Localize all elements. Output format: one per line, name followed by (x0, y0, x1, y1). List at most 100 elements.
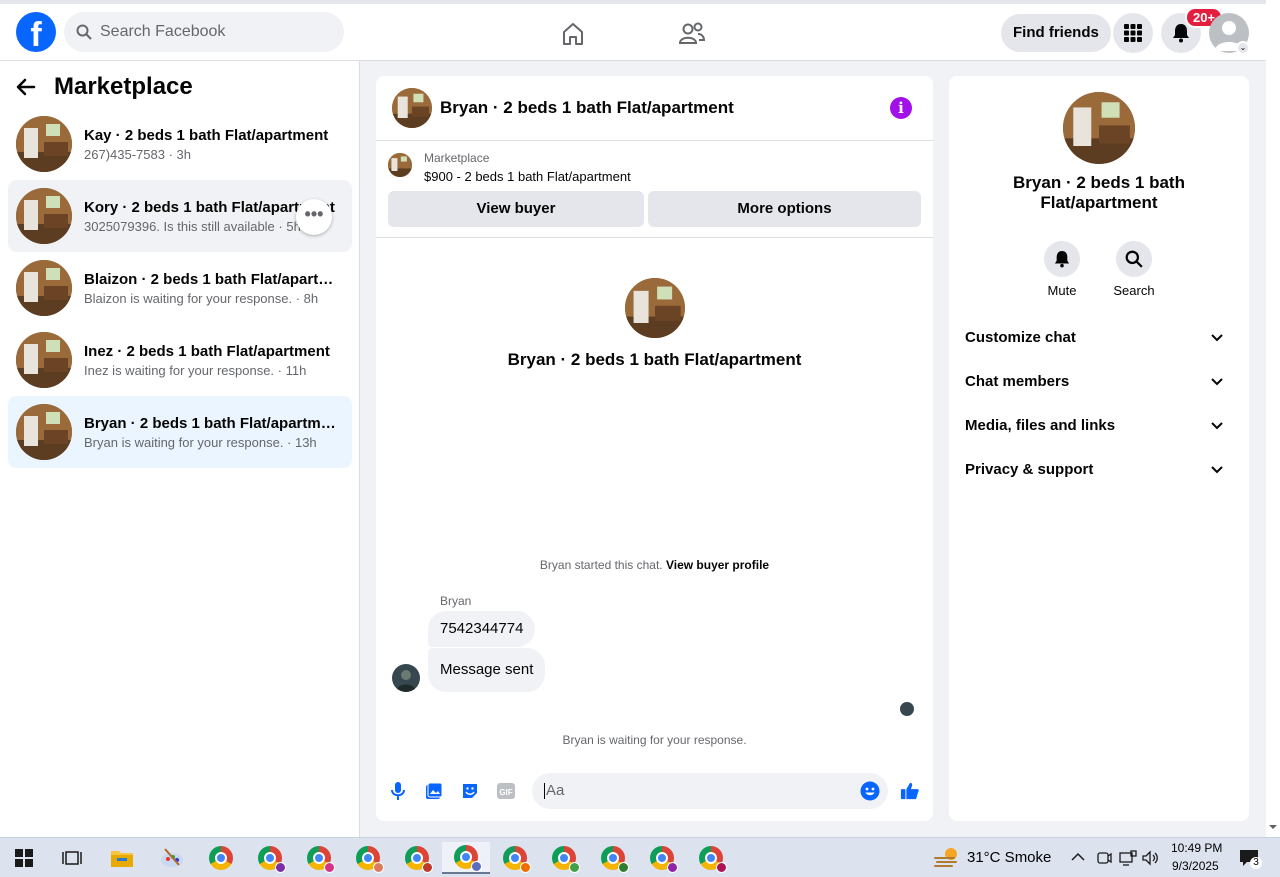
notification-count: 3 (1250, 857, 1262, 869)
photo-icon[interactable] (424, 781, 444, 801)
chrome-profile-icon[interactable] (246, 842, 294, 874)
chevron-down-icon (1211, 411, 1223, 441)
seen-avatar (900, 702, 914, 716)
top-navigation-bar: f Search Facebook Find friends 20+ ⌄ (0, 0, 1266, 61)
paint-app-icon[interactable] (148, 842, 196, 874)
conversation-item[interactable]: Kory · 2 beds 1 bath Flat/apartment 3025… (8, 180, 352, 252)
info-avatar[interactable] (1063, 92, 1135, 164)
search-input[interactable]: Search Facebook (100, 23, 225, 41)
windows-taskbar: 31°C Smoke 10:49 PM 9/3/2025 3 (0, 837, 1280, 877)
info-icon[interactable]: i (890, 97, 912, 119)
weather-text[interactable]: 31°C Smoke (967, 849, 1051, 866)
conversation-preview: Inez is waiting for your response. · 11h (84, 362, 307, 378)
page-scrollbar[interactable] (1266, 0, 1280, 837)
listing-price[interactable]: $900 - 2 beds 1 bath Flat/apartment (424, 169, 631, 184)
scroll-down-arrow-icon[interactable] (1266, 822, 1280, 832)
message-bubble[interactable]: Message sent (428, 648, 546, 692)
volume-icon[interactable] (1142, 850, 1160, 866)
conversation-title: Bryan · 2 beds 1 bath Flat/apartment (84, 414, 339, 432)
chrome-profile-icon[interactable] (589, 842, 637, 874)
chat-members-section[interactable]: Chat members (965, 367, 1233, 397)
conversation-item[interactable]: Bryan · 2 beds 1 bath Flat/apartment Bry… (8, 396, 352, 468)
gif-icon[interactable]: GIF (496, 781, 516, 801)
conversation-item[interactable]: Blaizon · 2 beds 1 bath Flat/apartm... B… (8, 252, 352, 324)
chrome-profile-icon[interactable] (491, 842, 539, 874)
profile-badge (716, 862, 727, 873)
chrome-profile-icon[interactable] (687, 842, 735, 874)
conversation-preview: 267)435-7583 · 3h (84, 146, 191, 162)
conversation-preview: Blaizon is waiting for your response. · … (84, 290, 319, 306)
menu-grid-icon[interactable] (1113, 13, 1153, 53)
search-icon (1116, 241, 1152, 277)
clock-date[interactable]: 9/3/2025 (1172, 859, 1219, 873)
sticker-icon[interactable] (460, 781, 480, 801)
microphone-icon[interactable] (388, 781, 408, 801)
profile-badge (667, 862, 678, 873)
info-name: Bryan · 2 beds 1 bath Flat/apartment (1013, 173, 1185, 212)
customize-chat-section[interactable]: Customize chat (965, 323, 1233, 353)
chrome-logo (209, 846, 233, 870)
chrome-profile-icon[interactable] (295, 842, 343, 874)
chevron-down-icon (1211, 323, 1223, 353)
clock-time[interactable]: 10:49 PM (1171, 841, 1222, 855)
windows-start-icon[interactable] (0, 842, 48, 874)
media-files-section[interactable]: Media, files and links (965, 411, 1233, 441)
conversation-sidebar: Marketplace Kay · 2 beds 1 bath Flat/apa… (0, 61, 360, 837)
chat-started-notice: Bryan started this chat. View buyer prof… (376, 558, 933, 572)
sender-avatar[interactable] (392, 664, 420, 692)
listing-thumbnail (16, 188, 72, 244)
chevron-up-icon[interactable] (1071, 852, 1085, 862)
chrome-icon[interactable] (197, 842, 245, 874)
conversation-title: Blaizon · 2 beds 1 bath Flat/apartm... (84, 270, 339, 288)
chrome-profile-icon[interactable] (638, 842, 686, 874)
conversation-item[interactable]: Kay · 2 beds 1 bath Flat/apartment 267)4… (8, 108, 352, 180)
emoji-icon[interactable] (860, 781, 880, 801)
search-icon (76, 24, 92, 40)
profile-badge (422, 862, 433, 873)
view-buyer-profile-link[interactable]: View buyer profile (666, 558, 769, 572)
chrome-profile-icon-active[interactable] (442, 842, 490, 874)
chat-panel: Bryan · 2 beds 1 bath Flat/apartment i M… (376, 76, 933, 821)
chrome-profile-icon[interactable] (540, 842, 588, 874)
conversation-item[interactable]: Inez · 2 beds 1 bath Flat/apartment Inez… (8, 324, 352, 396)
weather-smoke-icon[interactable] (934, 846, 960, 870)
message-composer: GIF Aa (376, 766, 933, 816)
bell-icon (1044, 241, 1080, 277)
message-input[interactable]: Aa (532, 773, 888, 809)
started-text: Bryan started this chat. (539, 558, 666, 572)
chrome-profile-icon[interactable] (344, 842, 392, 874)
chat-title[interactable]: Bryan · 2 beds 1 bath Flat/apartment (440, 98, 734, 118)
more-options-icon[interactable]: ••• (296, 199, 332, 235)
more-options-button[interactable]: More options (648, 191, 921, 227)
listing-thumbnail (16, 116, 72, 172)
meet-now-icon[interactable] (1096, 850, 1112, 866)
listing-label: Marketplace (424, 151, 490, 165)
profile-badge (373, 862, 384, 873)
chevron-down-icon[interactable]: ⌄ (1236, 41, 1250, 55)
file-explorer-icon[interactable] (98, 842, 146, 874)
mute-button[interactable]: Mute (1032, 241, 1092, 298)
facebook-logo-icon[interactable]: f (16, 12, 56, 52)
chat-header: Bryan · 2 beds 1 bath Flat/apartment i (376, 76, 933, 141)
chat-intro: Bryan · 2 beds 1 bath Flat/apartment (376, 278, 933, 370)
friends-icon[interactable] (674, 16, 710, 52)
chat-avatar[interactable] (392, 88, 432, 128)
profile-avatar[interactable] (624, 278, 685, 338)
profile-badge (471, 861, 482, 872)
search-conversation-button[interactable]: Search (1104, 241, 1164, 298)
back-arrow-icon[interactable] (16, 77, 36, 97)
find-friends-button[interactable]: Find friends (1001, 14, 1111, 52)
task-view-icon[interactable] (48, 842, 96, 874)
chat-info-panel: Bryan · 2 beds 1 bath Flat/apartment Mut… (949, 76, 1249, 821)
chrome-profile-icon[interactable] (393, 842, 441, 874)
text-caret (544, 783, 545, 800)
chevron-down-icon (1211, 367, 1223, 397)
thumbs-up-icon[interactable] (900, 781, 920, 801)
home-icon[interactable] (555, 16, 591, 52)
search-box[interactable]: Search Facebook (64, 12, 344, 52)
network-icon[interactable] (1119, 850, 1137, 866)
privacy-support-section[interactable]: Privacy & support (965, 455, 1233, 485)
view-buyer-button[interactable]: View buyer (388, 191, 644, 227)
message-bubble[interactable]: 7542344774 (428, 611, 536, 647)
search-label: Search (1113, 283, 1155, 298)
